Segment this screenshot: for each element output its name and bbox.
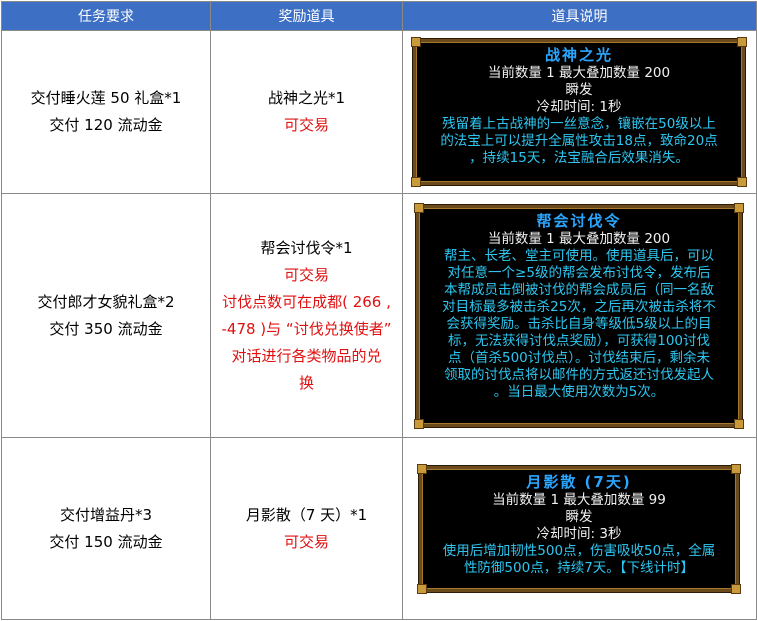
tooltip-count: 当前数量 1 最大叠加数量 99 [492,491,666,508]
tooltip-desc-line: 性防御500点，持续7天。【下线计时】 [463,559,695,576]
reward-note-line: 换 [298,373,314,392]
table-row: 交付睡火莲 50 礼盒*1 交付 120 流动金 战神之光*1 可交易 战神之光… [1,30,757,194]
requirement-line: 交付郎才女貌礼盒*2 [37,292,175,311]
tooltip-desc-line: 对任意一个≥5级的帮会发布讨伐令，发布后 [447,264,711,281]
requirement-cell: 交付增益丹*3 交付 150 流动金 [1,437,211,620]
tooltip-desc-line: 会获得奖励。击杀比自身等级低5级以上的目 [446,315,712,332]
tooltip-desc-line: 使用后增加韧性500点，伤害吸收50点，全属 [442,542,716,559]
tooltip-desc-line: 点（首杀500讨伐点）。讨伐结束后，剩余未 [447,349,711,366]
item-tooltip: 战神之光 当前数量 1 最大叠加数量 200 瞬发 冷却时间: 1秒 残留着上古… [411,37,747,187]
tooltip-desc-line: 的法宝上可以提升全属性攻击18点，致命20点 [440,133,718,149]
table-row: 交付郎才女貌礼盒*2 交付 350 流动金 帮会讨伐令*1 可交易 讨伐点数可在… [1,193,757,438]
header-item-description: 道具说明 [402,1,757,31]
tradable-label: 可交易 [283,116,329,134]
tooltip-description: 残留着上古战神的一丝意念，镶嵌在50级以上 的法宝上可以提升全属性攻击18点，致… [420,116,738,167]
reward-table: 任务要求 奖励道具 道具说明 交付睡火莲 50 礼盒*1 交付 120 流动金 … [1,1,757,620]
requirement-line: 交付 350 流动金 [49,319,163,338]
tradable-label: 可交易 [283,532,329,551]
tooltip-instant: 瞬发 [565,508,593,525]
requirement-line: 交付 150 流动金 [49,532,163,551]
tradable-label: 可交易 [283,265,329,284]
reward-cell: 战神之光*1 可交易 [210,30,403,194]
tooltip-count: 当前数量 1 最大叠加数量 200 [487,65,671,81]
reward-cell: 月影散（7 天）*1 可交易 [210,437,403,620]
tooltip-cooldown: 冷却时间: 1秒 [536,99,622,115]
reward-note-line: 讨伐点数可在成都( 266 , [222,292,391,311]
table-row: 交付增益丹*3 交付 150 流动金 月影散（7 天）*1 可交易 月影散 (7… [1,437,757,620]
tooltip-title: 帮会讨伐令 [536,211,622,230]
reward-name: 月影散（7 天）*1 [245,505,368,524]
tooltip-cooldown: 冷却时间: 3秒 [536,525,622,542]
tooltip-desc-line: 。当日最大使用次数为5次。 [493,383,665,400]
tooltip-desc-line: 标，无法获得讨伐点奖励），可获得100讨伐 [447,332,711,349]
reward-note-line: -478 )与 “讨伐兑换使者” [221,319,392,338]
tooltip-desc-line: 残留着上古战神的一丝意念，镶嵌在50级以上 [442,116,716,132]
requirement-cell: 交付郎才女貌礼盒*2 交付 350 流动金 [1,193,211,438]
description-cell: 月影散 (7天) 当前数量 1 最大叠加数量 99 瞬发 冷却时间: 3秒 使用… [402,437,757,620]
reward-name: 帮会讨伐令*1 [260,238,353,257]
item-tooltip: 月影散 (7天) 当前数量 1 最大叠加数量 99 瞬发 冷却时间: 3秒 使用… [417,463,741,594]
tooltip-count: 当前数量 1 最大叠加数量 200 [487,230,671,247]
header-task-requirement: 任务要求 [1,1,211,31]
tooltip-desc-line: 领取的讨伐点将以邮件的方式返还讨伐发起人 [444,366,714,383]
tooltip-instant: 瞬发 [565,82,593,98]
requirement-line: 交付增益丹*3 [59,505,153,524]
tooltip-desc-line: 帮主、长老、堂主可使用。使用道具后，可以 [444,247,714,264]
reward-note-line: 对话进行各类物品的兑 [231,346,382,365]
tooltip-title: 月影散 (7天) [526,472,632,491]
tooltip-description: 使用后增加韧性500点，伤害吸收50点，全属 性防御500点，持续7天。【下线计… [426,543,732,577]
requirement-line: 交付睡火莲 50 礼盒*1 [30,89,182,107]
tooltip-desc-line: 本帮成员击倒被讨伐的帮会成员后（同一名敌 [444,281,714,298]
header-row: 任务要求 奖励道具 道具说明 [1,1,757,31]
description-cell: 帮会讨伐令 当前数量 1 最大叠加数量 200 帮主、长老、堂主可使用。使用道具… [402,193,757,438]
requirement-cell: 交付睡火莲 50 礼盒*1 交付 120 流动金 [1,30,211,194]
header-reward-item: 奖励道具 [210,1,403,31]
reward-cell: 帮会讨伐令*1 可交易 讨伐点数可在成都( 266 , -478 )与 “讨伐兑… [210,193,403,438]
tooltip-description: 帮主、长老、堂主可使用。使用道具后，可以 对任意一个≥5级的帮会发布讨伐令，发布… [423,248,735,401]
tooltip-desc-line: ，持续15天，法宝融合后效果消失。 [469,150,689,166]
tooltip-title: 战神之光 [544,46,613,64]
requirement-line: 交付 120 流动金 [49,116,163,134]
reward-name: 战神之光*1 [267,89,346,107]
tooltip-desc-line: 对目标最多被击杀25次，之后再次被击杀将不 [442,298,716,315]
description-cell: 战神之光 当前数量 1 最大叠加数量 200 瞬发 冷却时间: 1秒 残留着上古… [402,30,757,194]
item-tooltip: 帮会讨伐令 当前数量 1 最大叠加数量 200 帮主、长老、堂主可使用。使用道具… [414,202,744,429]
